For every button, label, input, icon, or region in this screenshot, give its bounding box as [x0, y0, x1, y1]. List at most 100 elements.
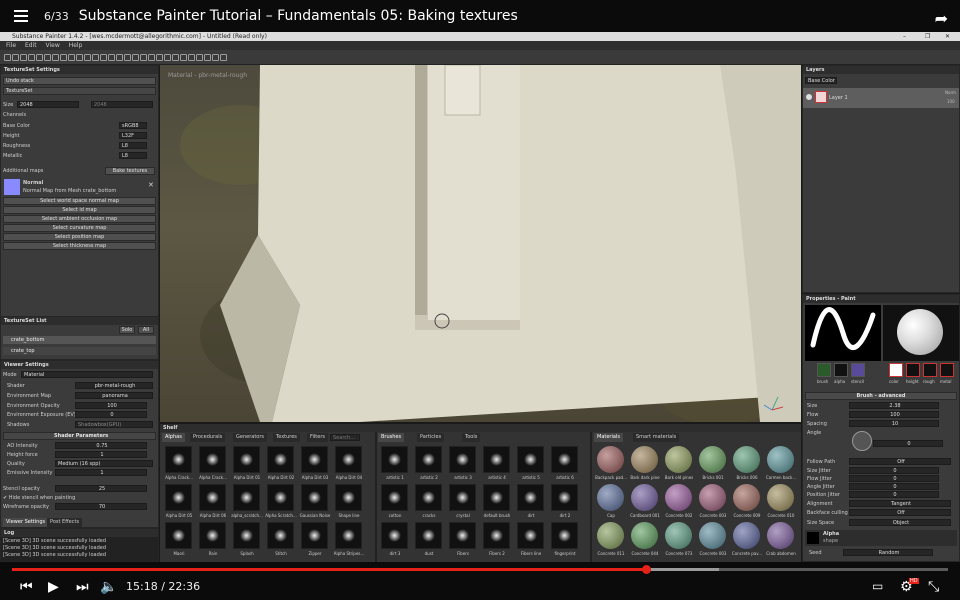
next-icon[interactable]: ⏭ [76, 579, 89, 595]
material-thumbnail[interactable] [631, 522, 658, 549]
item-thumbnail[interactable] [517, 446, 544, 473]
item-thumbnail[interactable] [483, 446, 510, 473]
tab-viewer-settings[interactable]: Viewer Settings [3, 518, 49, 527]
progress-handle[interactable] [641, 565, 651, 574]
minimize-icon[interactable]: – [903, 32, 906, 41]
brushes-tab[interactable]: Tools [462, 433, 481, 442]
shadows-select[interactable]: Shadowbox(GPU) [75, 421, 153, 428]
material-thumbnail[interactable] [733, 522, 760, 549]
tool-icon[interactable] [212, 54, 219, 61]
material-thumbnail[interactable] [631, 484, 658, 511]
tool-icon[interactable] [76, 54, 83, 61]
material-thumbnail[interactable] [733, 446, 760, 473]
captions-icon[interactable]: ▭ [872, 579, 883, 593]
map-select-button[interactable]: Select position map [3, 233, 156, 241]
tool-icon[interactable] [204, 54, 211, 61]
materials-tab[interactable]: Materials [594, 433, 623, 442]
size-select[interactable]: 2048 [17, 101, 79, 108]
item-thumbnail[interactable] [165, 522, 192, 549]
close-icon[interactable]: ✕ [945, 32, 950, 41]
item-thumbnail[interactable] [335, 446, 362, 473]
channel-format[interactable]: L8 [119, 152, 147, 159]
shelf-search-input[interactable]: Search... [330, 434, 360, 441]
property-value[interactable]: Object [849, 519, 951, 526]
channel-select[interactable]: Base Color [805, 77, 837, 84]
channel-format[interactable]: sRGB8 [119, 122, 147, 129]
play-icon[interactable]: ▶ [48, 579, 59, 595]
item-thumbnail[interactable] [267, 446, 294, 473]
item-thumbnail[interactable] [517, 522, 544, 549]
material-thumbnail[interactable] [597, 484, 624, 511]
menu-view[interactable]: View [46, 42, 60, 49]
shelf-tab[interactable]: Filters [307, 433, 328, 442]
item-thumbnail[interactable] [551, 446, 578, 473]
tool-icon[interactable] [28, 54, 35, 61]
stencil-opacity-field[interactable]: 25 [55, 485, 147, 492]
size-select-2[interactable]: 2048 [91, 101, 153, 108]
property-value[interactable]: 0 [849, 475, 939, 482]
item-thumbnail[interactable] [233, 484, 260, 511]
property-value[interactable]: Off [849, 458, 951, 465]
map-select-button[interactable]: Select curvature map [3, 224, 156, 232]
item-thumbnail[interactable] [199, 446, 226, 473]
material-thumbnail[interactable] [665, 484, 692, 511]
playlist-menu-icon[interactable] [14, 10, 28, 22]
channel-format[interactable]: L32F [119, 132, 147, 139]
item-thumbnail[interactable] [415, 484, 442, 511]
item-thumbnail[interactable] [165, 446, 192, 473]
slot-metal[interactable] [940, 363, 954, 377]
3d-viewport[interactable]: Material - pbr-metal-rough [160, 65, 801, 422]
hide-stencil-checkbox[interactable]: ✔ Hide stencil when painting [3, 494, 75, 502]
material-thumbnail[interactable] [665, 446, 692, 473]
brush-advanced-header[interactable]: Brush - advanced [805, 392, 957, 400]
item-thumbnail[interactable] [267, 484, 294, 511]
material-thumbnail[interactable] [767, 484, 794, 511]
property-value[interactable]: 100 [849, 411, 939, 418]
item-thumbnail[interactable] [381, 446, 408, 473]
bake-textures-button[interactable]: Bake textures [105, 167, 155, 175]
item-thumbnail[interactable] [199, 484, 226, 511]
material-thumbnail[interactable] [597, 446, 624, 473]
seed-field[interactable]: Random [843, 549, 933, 556]
tool-icon[interactable] [100, 54, 107, 61]
item-thumbnail[interactable] [449, 446, 476, 473]
shelf-tab[interactable]: Alphas [162, 433, 185, 442]
map-select-button[interactable]: Select thickness map [3, 242, 156, 250]
tool-icon[interactable] [196, 54, 203, 61]
tool-icon[interactable] [140, 54, 147, 61]
ao-field[interactable]: 0.75 [55, 442, 147, 449]
mode-select[interactable]: Material [21, 371, 153, 378]
property-value[interactable]: 0 [849, 491, 939, 498]
tool-icon[interactable] [60, 54, 67, 61]
menu-help[interactable]: Help [69, 42, 83, 49]
material-thumbnail[interactable] [733, 484, 760, 511]
property-value[interactable]: 0 [849, 467, 939, 474]
tool-icon[interactable] [164, 54, 171, 61]
brushes-tab[interactable]: Particles [417, 433, 445, 442]
env-exposure-field[interactable]: 0 [75, 411, 147, 418]
property-value[interactable]: 0 [873, 440, 943, 447]
envmap-select[interactable]: panorama [75, 392, 153, 399]
slot-color[interactable] [889, 363, 903, 377]
slot-stencil[interactable] [851, 363, 865, 377]
slot-alpha[interactable] [834, 363, 848, 377]
wireframe-opacity-field[interactable]: 70 [55, 503, 147, 510]
all-button[interactable]: All [138, 326, 154, 334]
item-thumbnail[interactable] [449, 522, 476, 549]
tool-icon[interactable] [172, 54, 179, 61]
material-thumbnail[interactable] [665, 522, 692, 549]
item-thumbnail[interactable] [301, 446, 328, 473]
material-thumbnail[interactable] [699, 484, 726, 511]
slot-height[interactable] [906, 363, 920, 377]
tool-icon[interactable] [4, 54, 11, 61]
visibility-eye-icon[interactable] [806, 94, 812, 100]
textureset-item[interactable]: crate_bottom [3, 336, 156, 344]
textureset-item[interactable]: crate_top [3, 347, 156, 355]
exit-fullscreen-icon[interactable]: ⤡ [928, 579, 939, 595]
item-thumbnail[interactable] [165, 484, 192, 511]
previous-icon[interactable]: ⏮ [20, 579, 33, 595]
slot-rough[interactable] [923, 363, 937, 377]
share-icon[interactable]: ➦ [935, 9, 948, 28]
tool-icon[interactable] [52, 54, 59, 61]
emissive-field[interactable]: 1 [55, 469, 147, 476]
